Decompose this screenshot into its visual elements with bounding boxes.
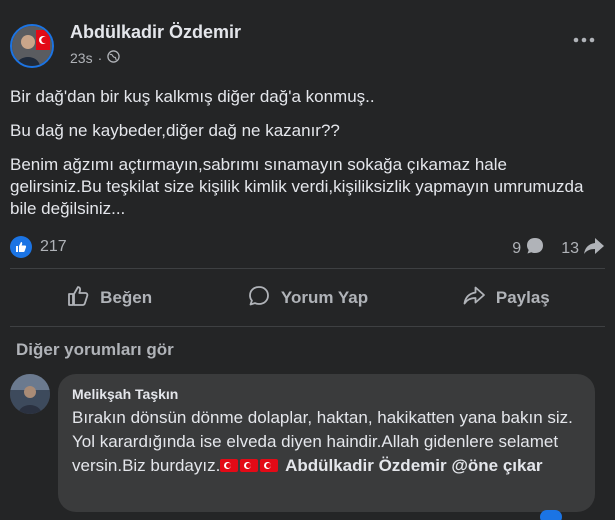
comment-text: Bırakın dönsün dönme dolaplar, haktan, h… [72, 406, 581, 478]
like-count: 217 [40, 238, 67, 255]
commenter-name[interactable]: Melikşah Taşkın [72, 386, 581, 402]
comment-count-group[interactable]: 9 [512, 236, 545, 261]
turkey-flag-icon [220, 459, 239, 472]
comment-bubble-icon [525, 236, 545, 261]
author-avatar[interactable] [10, 24, 54, 68]
share-button[interactable]: Paylaş [407, 276, 605, 320]
share-arrow-icon [583, 236, 605, 261]
post-paragraph: Benim ağzımı açtırmayın,sabrımı sınamayı… [10, 155, 584, 218]
comment-label: Yorum Yap [280, 288, 369, 307]
mention-link[interactable]: Abdülkadir Özdemir @öne çıkar [285, 456, 542, 475]
post-meta: 23s · [70, 50, 120, 66]
more-options-icon[interactable] [573, 32, 595, 43]
reactions-summary[interactable]: 217 [10, 236, 67, 258]
like-label: Beğen [100, 288, 153, 307]
share-count-group[interactable]: 13 [561, 236, 605, 261]
post-actions: Beğen Yorum Yap Paylaş [10, 276, 605, 320]
comment-count: 9 [512, 239, 522, 257]
share-icon [462, 284, 486, 313]
turkey-flag-icon [260, 459, 279, 472]
divider [10, 268, 605, 269]
thumbs-up-icon [66, 284, 90, 313]
post-paragraph: Bir dağ'dan bir kuş kalkmış diğer dağ'a … [10, 87, 375, 106]
post-header: Abdülkadir Özdemir 23s · [10, 14, 605, 74]
like-reaction-icon [10, 236, 32, 258]
share-label: Paylaş [495, 288, 550, 307]
post-time[interactable]: 23s [70, 50, 93, 66]
globe-icon [107, 50, 120, 66]
author-name[interactable]: Abdülkadir Özdemir [70, 22, 241, 43]
commenter-avatar[interactable] [10, 374, 50, 414]
comment-reaction-icon [540, 510, 562, 520]
like-button[interactable]: Beğen [10, 276, 208, 320]
post-stats: 217 9 13 [10, 236, 605, 260]
view-more-comments-link[interactable]: Diğer yorumları gör [16, 340, 174, 360]
share-count: 13 [561, 239, 579, 257]
divider [10, 326, 605, 327]
comment-icon [247, 284, 271, 313]
turkey-flag-icon [240, 459, 259, 472]
comment-bubble: Melikşah Taşkın Bırakın dönsün dönme dol… [58, 374, 595, 512]
comment-button[interactable]: Yorum Yap [208, 276, 406, 320]
post-body: Bir dağ'dan bir kuş kalkmış diğer dağ'a … [10, 86, 600, 232]
post-paragraph: Bu dağ ne kaybeder,diğer dağ ne kazanır?… [10, 121, 340, 140]
